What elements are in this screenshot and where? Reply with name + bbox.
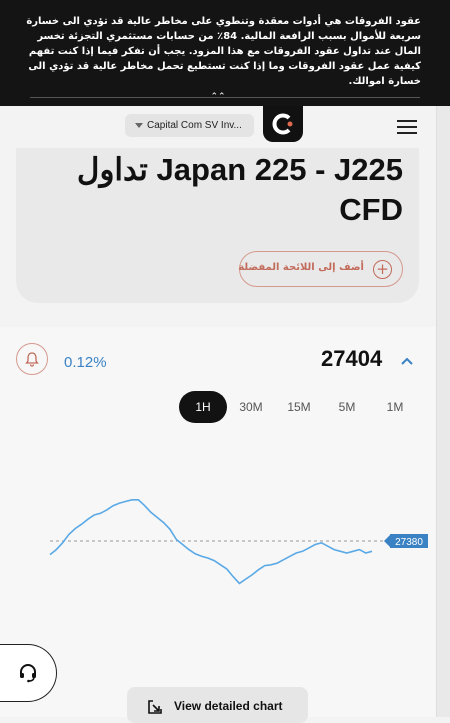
caret-down-icon [135,122,143,128]
price-chart-panel: 0.12% 27404 1H 30M 15M 5M 1M 27380 [0,327,436,717]
price-chart[interactable]: 27380 [0,447,436,617]
tab-5m[interactable]: 5M [323,391,371,423]
external-link-icon [148,700,162,714]
capital-com-logo[interactable] [263,106,303,142]
entity-selector-label: Capital Com SV Inv... [147,120,242,131]
page-title: تداول Japan 225 - J225 CFD [76,152,403,227]
tab-1m[interactable]: 1M [371,391,419,423]
add-to-favorites-button[interactable]: + أضف إلى اللائحة المفضلة [238,251,403,287]
tab-1h[interactable]: 1H [179,391,227,423]
tab-15m[interactable]: 15M [275,391,323,423]
add-to-favorites-label: أضف إلى اللائحة المفضلة [238,262,364,273]
tab-30m[interactable]: 30M [227,391,275,423]
price-alert-button[interactable] [16,343,48,375]
current-price: 27404 [321,346,383,371]
timeframe-tabs: 1H 30M 15M 5M 1M [179,391,419,423]
bell-icon [25,352,39,367]
risk-warning-banner: عقود الفروقات هي أدوات معقدة وتنطوي على … [0,0,450,106]
view-detailed-chart-button[interactable]: View detailed chart [127,687,308,723]
price-tag-pointer [384,535,390,547]
double-chevron-up-icon[interactable]: ⌃⌃ [210,91,226,103]
entity-selector[interactable]: Capital Com SV Inv... [125,114,254,137]
instrument-header: تداول Japan 225 - J225 CFD + أضف إلى الل… [16,148,419,303]
price-tag-label: 27380 [395,537,423,548]
view-detailed-chart-label: View detailed chart [174,699,283,713]
hamburger-menu-icon[interactable] [397,120,417,134]
chevron-up-icon[interactable] [401,356,413,366]
price-series-line [49,498,373,585]
top-navigation: Capital Com SV Inv... [0,106,436,148]
plus-circle-icon: + [373,260,392,279]
risk-warning-text: عقود الفروقات هي أدوات معقدة وتنطوي على … [26,16,421,87]
scrollbar-track[interactable] [436,106,450,717]
change-percent: 0.12% [64,354,107,371]
support-button[interactable] [0,644,57,702]
headset-icon [20,664,36,683]
